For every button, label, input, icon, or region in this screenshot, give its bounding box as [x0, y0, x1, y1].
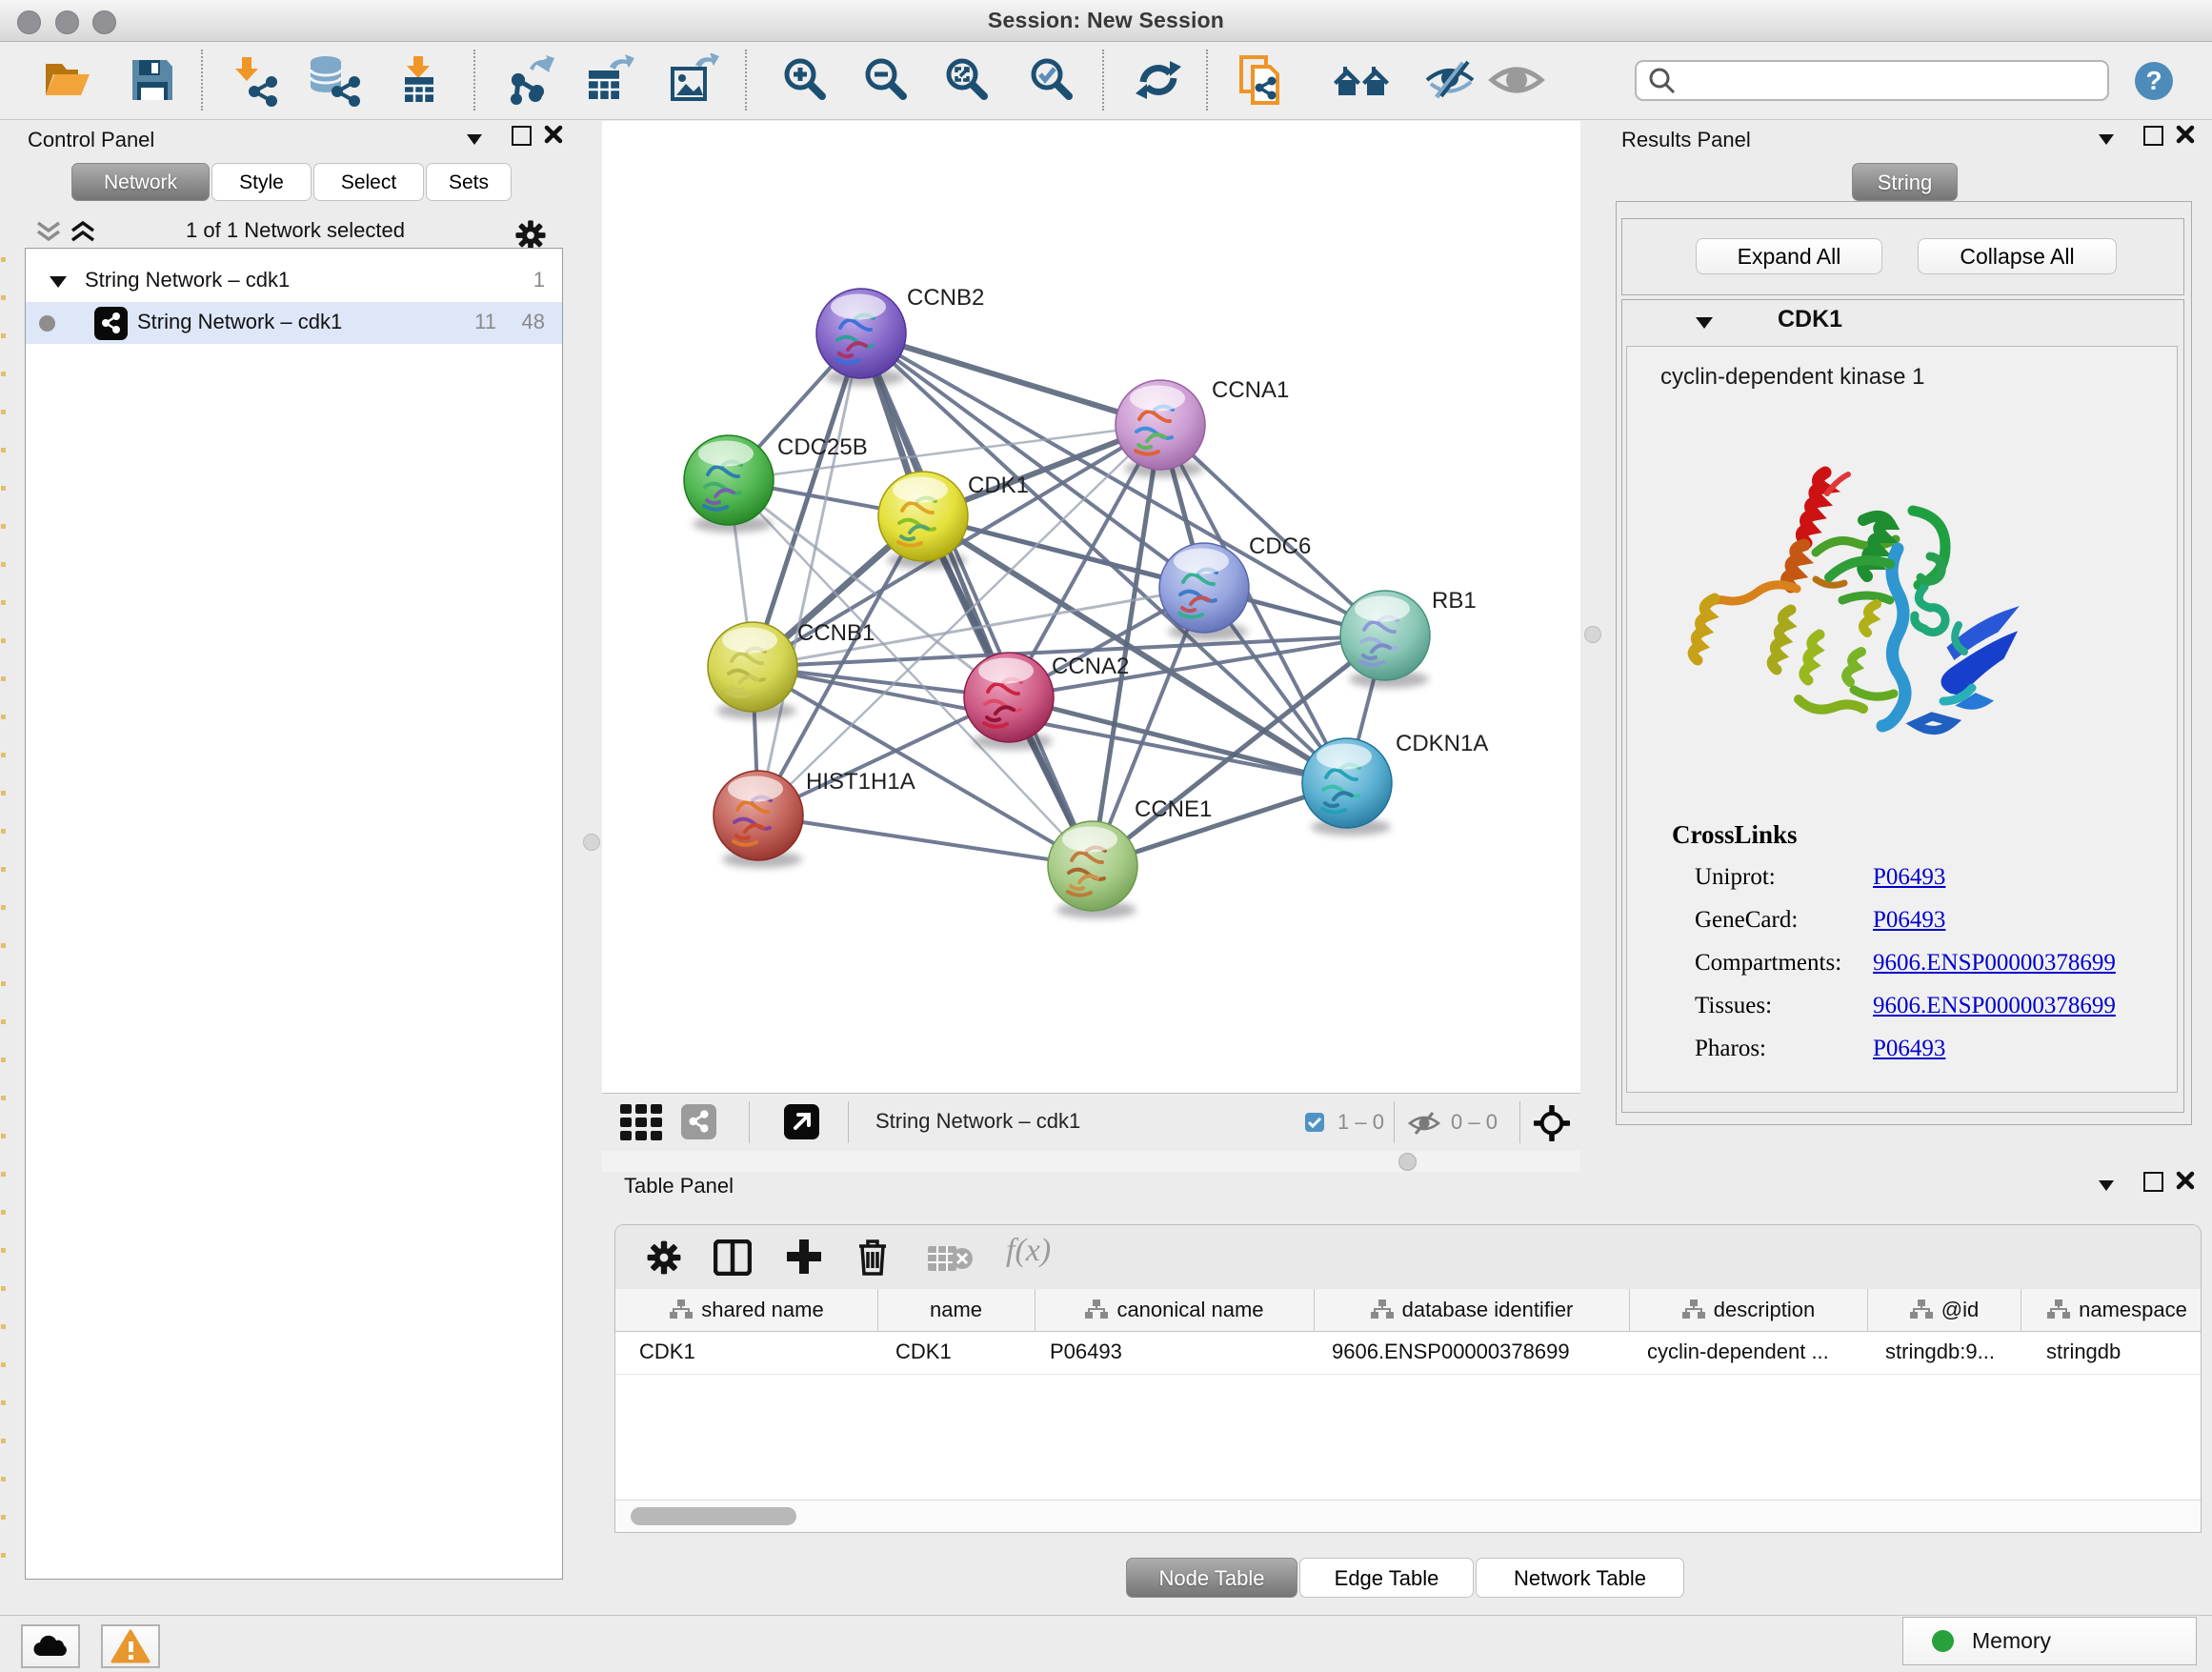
- svg-text:CCNA2: CCNA2: [1052, 654, 1129, 679]
- svg-text:RB1: RB1: [1432, 588, 1477, 614]
- svg-text:CDK1: CDK1: [968, 473, 1029, 498]
- svg-text:CDC25B: CDC25B: [777, 434, 868, 460]
- svg-text:HIST1H1A: HIST1H1A: [806, 769, 915, 795]
- svg-text:CCNE1: CCNE1: [1135, 796, 1212, 822]
- svg-text:CDKN1A: CDKN1A: [1396, 731, 1488, 756]
- svg-text:CCNA1: CCNA1: [1212, 377, 1289, 403]
- svg-text:CCNB2: CCNB2: [907, 285, 984, 311]
- svg-text:CCNB1: CCNB1: [797, 620, 875, 646]
- svg-text:CDC6: CDC6: [1249, 534, 1311, 559]
